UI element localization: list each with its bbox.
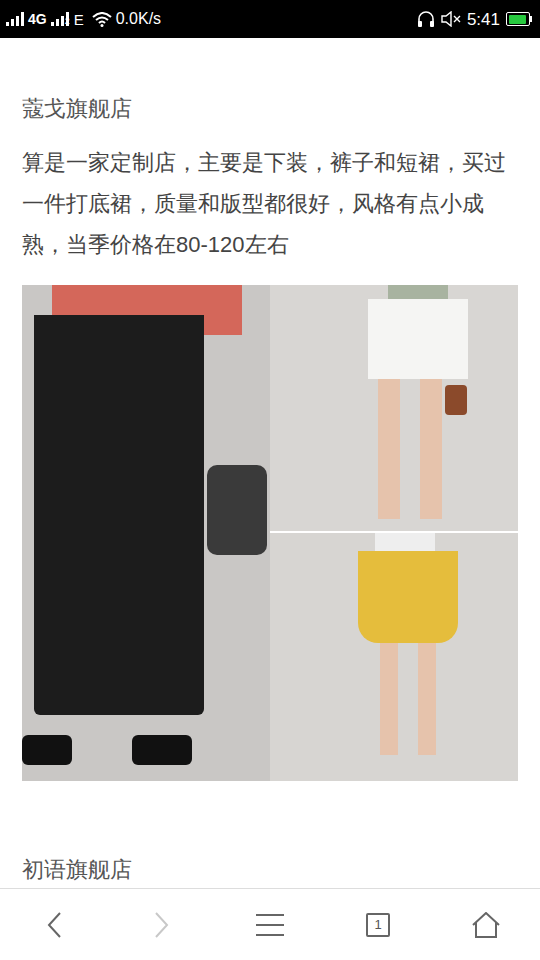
status-bar: 4G 2E 0.0K/s 5:41: [0, 0, 540, 38]
tab-count: 1: [374, 918, 381, 931]
sim2-label: 2: [65, 17, 70, 26]
section-title: 蔻戈旗舰店: [22, 96, 518, 122]
menu-button[interactable]: [216, 889, 324, 960]
section-text: 算是一家定制店，主要是下装，裤子和短裙，买过一件打底裙，质量和版型都很好，风格有…: [22, 142, 518, 265]
sim2-signal: 2: [51, 12, 70, 26]
browser-toolbar: 1: [0, 888, 540, 960]
tabs-icon: 1: [366, 913, 390, 937]
battery-fill: [509, 15, 526, 24]
mute-icon: [441, 11, 461, 27]
data-type: E: [74, 12, 84, 27]
tabs-button[interactable]: 1: [324, 889, 432, 960]
article: 蔻戈旗舰店算是一家定制店，主要是下装，裤子和短裙，买过一件打底裙，质量和版型都很…: [0, 38, 540, 888]
status-left: 4G 2E 0.0K/s: [6, 11, 161, 27]
back-icon: [46, 911, 62, 939]
photo-shorts: [270, 285, 518, 531]
signal-icon: [6, 12, 24, 26]
home-icon: [472, 912, 500, 938]
back-button[interactable]: [0, 889, 108, 960]
battery-tip: [530, 16, 532, 22]
photo-skirt: [270, 533, 518, 781]
headphones-icon: [417, 10, 435, 28]
status-right: 5:41: [417, 10, 534, 28]
photo-pants: [22, 285, 270, 781]
home-button[interactable]: [432, 889, 540, 960]
forward-button: [108, 889, 216, 960]
clock: 5:41: [467, 11, 500, 28]
network-type: 4G: [28, 12, 47, 26]
battery-track: [506, 12, 530, 26]
wifi-icon: [92, 12, 112, 27]
forward-icon: [154, 911, 170, 939]
battery-icon: [506, 12, 532, 26]
product-photo[interactable]: [22, 285, 518, 781]
network-speed: 0.0K/s: [116, 11, 161, 27]
menu-icon: [256, 913, 284, 937]
section-title: 初语旗舰店: [22, 857, 518, 883]
